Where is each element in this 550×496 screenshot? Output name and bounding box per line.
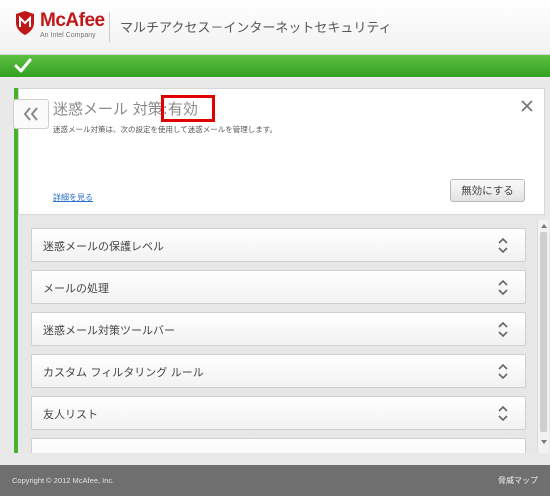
threat-map-link[interactable]: 脅威マップ (498, 475, 538, 486)
list-item-label: カスタム フィルタリング ルール (43, 366, 204, 379)
list-item-label: 迷惑メールの保護レベル (43, 240, 164, 253)
mcafee-shield-icon (16, 11, 34, 35)
expand-chevron-icon (498, 405, 508, 422)
list-item-label: 友人リスト (43, 408, 98, 421)
vertical-scrollbar[interactable] (537, 220, 549, 453)
expand-chevron-icon (498, 237, 508, 254)
antispam-panel: 迷惑メール 対策:有効 迷惑メール対策は、次の設定を使用して迷惑メールを管理しま… (13, 88, 545, 215)
list-item-spam-protection-level[interactable]: 迷惑メールの保護レベル (31, 228, 526, 262)
list-item-label: メールの処理 (43, 282, 109, 295)
expand-chevron-icon (498, 363, 508, 380)
brand-name: McAfee (40, 10, 105, 31)
list-item-friends-list[interactable]: 友人リスト (31, 396, 526, 430)
list-item-mail-processing[interactable]: メールの処理 (31, 270, 526, 304)
scroll-down-icon[interactable] (540, 438, 548, 446)
double-chevron-left-icon (23, 107, 38, 121)
highlight-box (161, 95, 215, 122)
panel-description: 迷惑メール対策は、次の設定を使用して迷惑メールを管理します。 (53, 125, 278, 134)
panel-title-prefix: 迷惑メール 対策: (53, 100, 168, 118)
list-item-partial[interactable] (31, 438, 526, 453)
expand-chevron-icon (498, 279, 508, 296)
product-title: マルチアクセス－インターネットセキュリティ (120, 21, 392, 36)
checkmark-icon (14, 58, 32, 73)
settings-list: 迷惑メールの保護レベル メールの処理 迷惑メール対策ツールバー カスタム フィル… (18, 220, 537, 453)
back-button[interactable] (13, 99, 49, 129)
copyright-text: Copyright © 2012 McAfee, Inc. (12, 476, 115, 485)
list-item-custom-filtering-rules[interactable]: カスタム フィルタリング ルール (31, 354, 526, 388)
mcafee-logo: McAfee An Intel Company (14, 10, 119, 44)
scrollbar-thumb[interactable] (540, 232, 547, 432)
scroll-up-icon[interactable] (540, 222, 548, 230)
header-divider (109, 12, 110, 42)
brand-subtitle: An Intel Company (40, 32, 96, 39)
close-icon[interactable] (520, 99, 534, 113)
list-item-antispam-toolbar[interactable]: 迷惑メール対策ツールバー (31, 312, 526, 346)
details-link[interactable]: 詳細を見る (53, 192, 93, 203)
app-footer: Copyright © 2012 McAfee, Inc. 脅威マップ (0, 465, 550, 496)
expand-chevron-icon (498, 321, 508, 338)
disable-button[interactable]: 無効にする (450, 179, 525, 202)
app-header: McAfee An Intel Company マルチアクセス－インターネットセ… (0, 0, 550, 55)
list-item-label: 迷惑メール対策ツールバー (43, 324, 175, 337)
protection-status-bar (0, 55, 550, 77)
content-area: 迷惑メール 対策:有効 迷惑メール対策は、次の設定を使用して迷惑メールを管理しま… (13, 88, 549, 453)
